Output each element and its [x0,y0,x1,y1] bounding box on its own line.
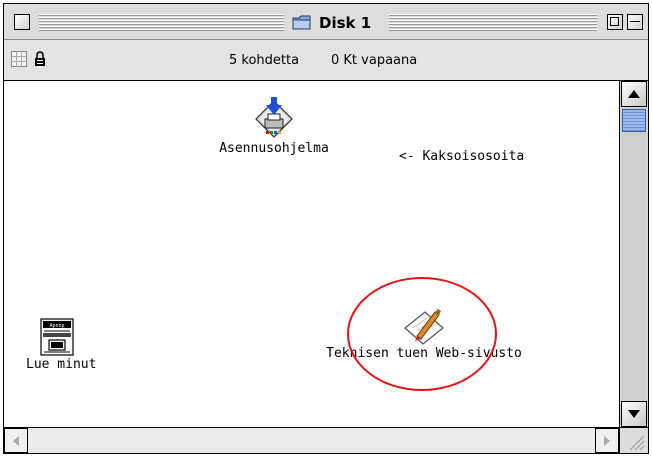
lock-icon [35,51,45,66]
close-box-button[interactable] [14,14,30,30]
installer-icon [255,97,293,138]
readme-label: Lue minut [26,357,97,372]
vertical-scrollbar[interactable] [620,81,648,428]
free-space-text: 0 Kt vapaana [331,53,418,68]
highlight-circle [347,277,497,391]
installer-label: Asennusohjelma [219,141,329,156]
title-stripes-left [39,14,284,31]
item-count-text: 5 kohdetta [229,53,300,68]
vertical-scroll-thumb[interactable] [622,109,646,132]
installer-item[interactable]: Asennusohjelma [214,95,334,156]
zoom-box-button[interactable] [607,14,623,30]
folder-content-area: Asennusohjelma <- Kaksoisosoita Apnop Lu… [4,81,620,428]
horizontal-scroll-track[interactable] [28,430,596,451]
readme-item[interactable]: Apnop Lue minut [26,317,97,372]
vertical-scroll-track[interactable] [622,108,646,400]
right-arrow-icon [604,435,610,446]
up-arrow-icon [628,90,640,98]
down-arrow-icon [628,410,640,418]
window-title: Disk 1 [319,14,372,32]
left-arrow-icon [13,435,19,446]
title-stripes-right [389,14,597,31]
svg-text:Apnop: Apnop [49,323,64,329]
collapse-box-button[interactable] [627,14,643,30]
scroll-right-button[interactable] [595,428,619,453]
resize-grip-icon [629,435,645,451]
icon-view-grid-icon [11,51,27,67]
window-title-group: Disk 1 [287,12,376,34]
title-bar[interactable]: Disk 1 [4,4,648,40]
horizontal-scrollbar[interactable] [4,428,620,453]
finder-window: Disk 1 5 kohdetta 0 Kt vapaana Asennusoh… [3,3,649,454]
scroll-up-button[interactable] [621,81,647,107]
scroll-left-button[interactable] [4,428,28,453]
readme-document-icon: Apnop [40,318,74,356]
double-click-hint: <- Kaksoisosoita [399,149,525,164]
info-bar: 5 kohdetta 0 Kt vapaana [4,40,648,81]
resize-grow-box[interactable] [620,428,648,453]
scroll-down-button[interactable] [621,401,647,427]
folder-icon [292,15,311,30]
